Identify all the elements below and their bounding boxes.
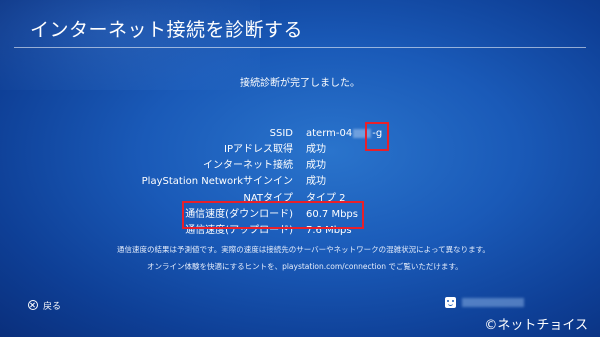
network-test-screen: インターネット接続を診断する 接続診断が完了しました。 SSID aterm-0… bbox=[0, 0, 600, 337]
result-row-ip: IPアドレス取得 成功 bbox=[0, 142, 600, 158]
back-label: 戻る bbox=[43, 301, 62, 312]
result-row-ssid: SSID aterm-04 -g bbox=[0, 126, 600, 142]
user-indicator bbox=[445, 297, 524, 308]
circle-x-icon bbox=[28, 300, 38, 310]
result-value: 成功 bbox=[306, 144, 326, 155]
back-button[interactable]: 戻る bbox=[28, 298, 61, 312]
username-redaction-mask bbox=[462, 298, 524, 307]
result-label: PlayStation Networkサインイン bbox=[141, 176, 293, 187]
speed-note: 通信速度の結果は予測値です。実際の速度は接続先のサーバーやネットワークの混雑状況… bbox=[117, 245, 490, 254]
connection-tip-note: オンライン体験を快適にするヒントを、playstation.com/connec… bbox=[147, 262, 463, 271]
result-value: 成功 bbox=[306, 176, 326, 187]
user-face-icon bbox=[445, 297, 456, 308]
page-title: インターネット接続を診断する bbox=[30, 19, 304, 41]
result-label: SSID bbox=[269, 128, 293, 139]
ssid-highlight-box bbox=[365, 122, 389, 151]
watermark: ©ネットチョイス bbox=[484, 318, 588, 333]
completion-message: 接続診断が完了しました。 bbox=[240, 78, 360, 89]
result-label: IPアドレス取得 bbox=[224, 144, 293, 155]
result-row-internet: インターネット接続 成功 bbox=[0, 158, 600, 174]
result-row-psn: PlayStation Networkサインイン 成功 bbox=[0, 174, 600, 190]
ssid-prefix: aterm-04 bbox=[306, 128, 353, 139]
download-highlight-box bbox=[182, 201, 364, 229]
title-divider bbox=[14, 47, 586, 48]
result-label: インターネット接続 bbox=[203, 160, 293, 171]
result-value: 成功 bbox=[306, 160, 326, 171]
